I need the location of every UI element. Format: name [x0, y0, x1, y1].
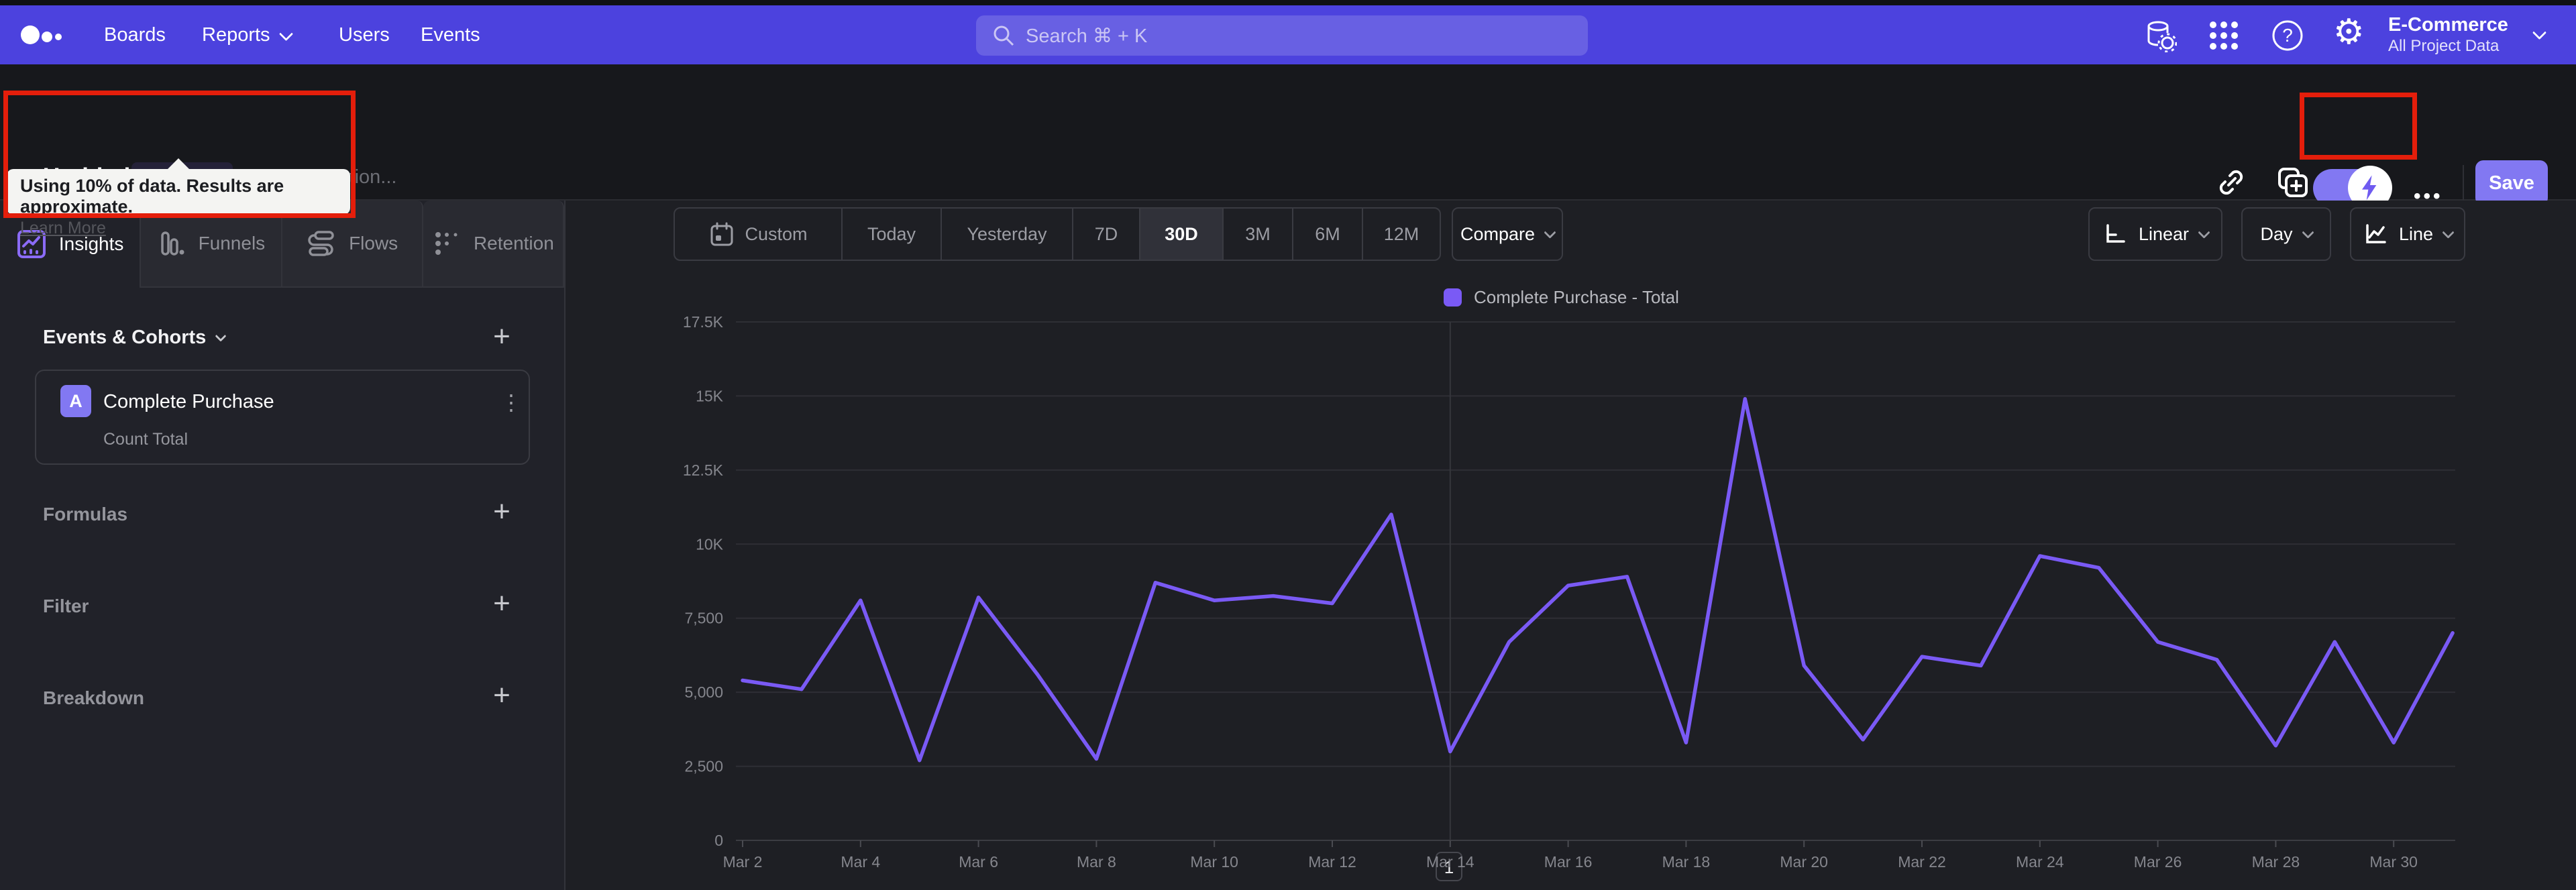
svg-text:Mar 26: Mar 26	[2134, 853, 2182, 871]
svg-text:12.5K: 12.5K	[683, 461, 724, 479]
svg-text:Mar 8: Mar 8	[1077, 853, 1116, 871]
svg-text:10K: 10K	[696, 535, 724, 553]
svg-text:Mar 14: Mar 14	[1426, 853, 1474, 871]
line-chart: 0 2,500 5,000 7,500 10K 12.5K 15K 17.5K Mar 2 Mar…	[683, 313, 2455, 871]
tooltip-text: Using 10% of data. Results are approxima…	[20, 176, 284, 217]
svg-text:2,500: 2,500	[684, 758, 723, 775]
tooltip-arrow	[166, 158, 191, 170]
svg-text:Mar 28: Mar 28	[2252, 853, 2300, 871]
svg-text:Mar 4: Mar 4	[841, 853, 880, 871]
svg-text:Mar 30: Mar 30	[2369, 853, 2418, 871]
svg-text:Mar 2: Mar 2	[723, 853, 763, 871]
svg-text:17.5K: 17.5K	[683, 313, 724, 331]
svg-text:0: 0	[714, 832, 723, 849]
svg-text:7,500: 7,500	[684, 610, 723, 627]
svg-text:Mar 6: Mar 6	[959, 853, 998, 871]
svg-text:Mar 10: Mar 10	[1190, 853, 1238, 871]
svg-text:Mar 18: Mar 18	[1662, 853, 1711, 871]
svg-text:5,000: 5,000	[684, 683, 723, 701]
svg-text:Mar 22: Mar 22	[1898, 853, 1946, 871]
svg-text:Mar 20: Mar 20	[1780, 853, 1828, 871]
sampling-tooltip: Using 10% of data. Results are approxima…	[7, 158, 350, 237]
svg-text:Mar 16: Mar 16	[1544, 853, 1593, 871]
svg-text:Mar 12: Mar 12	[1308, 853, 1356, 871]
svg-text:Mar 24: Mar 24	[2016, 853, 2064, 871]
learn-more-link[interactable]: Learn More	[20, 219, 106, 238]
svg-text:15K: 15K	[696, 387, 724, 404]
